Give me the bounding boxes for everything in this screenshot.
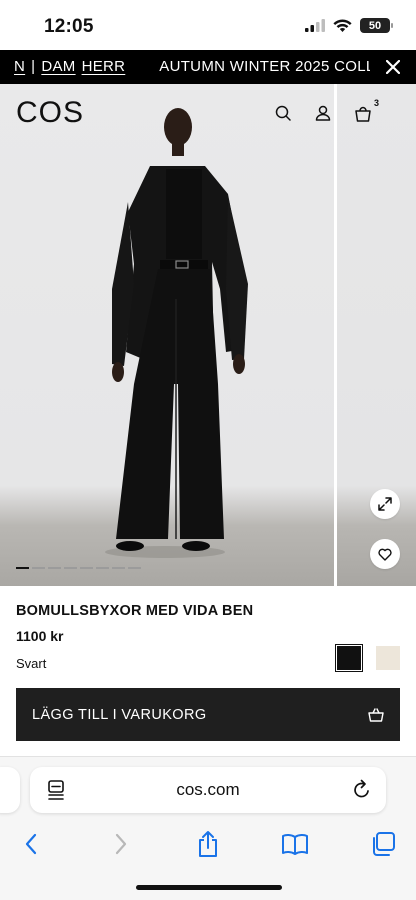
heart-icon [378, 548, 392, 561]
previous-tab-preview[interactable] [0, 767, 20, 813]
swatch-cream[interactable] [376, 646, 400, 670]
site-header: COS 3 [0, 84, 416, 140]
announcement-bar: N | DAM HERR AUTUMN WINTER 2025 COLLEC [0, 50, 416, 84]
status-time: 12:05 [44, 16, 94, 37]
announcement-link-dam[interactable]: DAM [41, 58, 75, 75]
gallery-dot[interactable] [16, 567, 29, 569]
expand-image-button[interactable] [370, 489, 400, 519]
tabs-icon [373, 832, 395, 856]
gallery-dot[interactable] [64, 567, 77, 569]
shopping-bag-icon [355, 106, 371, 122]
book-icon [282, 833, 308, 855]
account-button[interactable] [312, 102, 334, 124]
product-color-label: Svart [16, 656, 47, 671]
gallery-dot[interactable] [32, 567, 45, 569]
expand-icon [378, 497, 392, 511]
product-price: 1100 kr [16, 628, 64, 644]
announcement-track: N | DAM HERR AUTUMN WINTER 2025 COLLEC [14, 58, 396, 75]
add-to-cart-label: LÄGG TILL I VARUKORG [32, 706, 207, 723]
header-actions: 3 [272, 98, 379, 124]
announcement-link-herr[interactable]: HERR [82, 58, 126, 75]
gallery-dot[interactable] [48, 567, 61, 569]
home-indicator[interactable] [136, 885, 282, 890]
url-text[interactable]: cos.com [30, 780, 386, 800]
cos-logo[interactable]: COS [16, 96, 84, 130]
model-figure [105, 108, 248, 558]
gallery-pagination [16, 567, 141, 569]
product-photo-main[interactable] [0, 84, 334, 586]
color-swatches [335, 644, 400, 672]
announcement-message[interactable]: AUTUMN WINTER 2025 COLLEC [159, 58, 396, 75]
gallery-dot[interactable] [80, 567, 93, 569]
status-bar: 12:05 50 [0, 0, 416, 50]
bag-button[interactable]: 3 [352, 98, 379, 124]
bookmarks-button[interactable] [280, 829, 310, 859]
share-button[interactable] [193, 829, 223, 859]
bag-count-badge: 3 [373, 98, 379, 108]
forward-button[interactable] [106, 829, 136, 859]
basket-icon [368, 707, 384, 722]
add-to-cart-button[interactable]: LÄGG TILL I VARUKORG [16, 688, 400, 741]
search-button[interactable] [272, 102, 294, 124]
browser-chrome: cos.com [0, 756, 416, 900]
wifi-icon [333, 18, 352, 32]
status-icons: 50 [305, 18, 393, 33]
swatch-black[interactable] [335, 644, 363, 672]
battery-level: 50 [368, 19, 382, 32]
share-icon [199, 831, 217, 857]
chevron-left-icon [25, 833, 37, 855]
address-bar[interactable]: cos.com [30, 767, 386, 813]
wishlist-button[interactable] [370, 539, 400, 569]
close-icon [386, 60, 400, 74]
signal-icon [305, 19, 325, 32]
announcement-separator: | [31, 58, 36, 75]
chevron-right-icon [115, 833, 127, 855]
announcement-close-button[interactable] [370, 50, 416, 84]
tabs-button[interactable] [368, 829, 398, 859]
announcement-link-partial[interactable]: N [14, 58, 25, 75]
battery-icon: 50 [360, 18, 393, 33]
reload-icon[interactable] [352, 779, 372, 801]
product-gallery[interactable] [0, 84, 416, 586]
back-button[interactable] [16, 829, 46, 859]
gallery-dot[interactable] [112, 567, 125, 569]
product-name: BOMULLSBYXOR MED VIDA BEN [16, 603, 254, 619]
user-icon [315, 105, 331, 121]
search-icon [275, 105, 291, 121]
gallery-dot[interactable] [96, 567, 109, 569]
gallery-dot[interactable] [128, 567, 141, 569]
browser-toolbar [0, 825, 416, 859]
